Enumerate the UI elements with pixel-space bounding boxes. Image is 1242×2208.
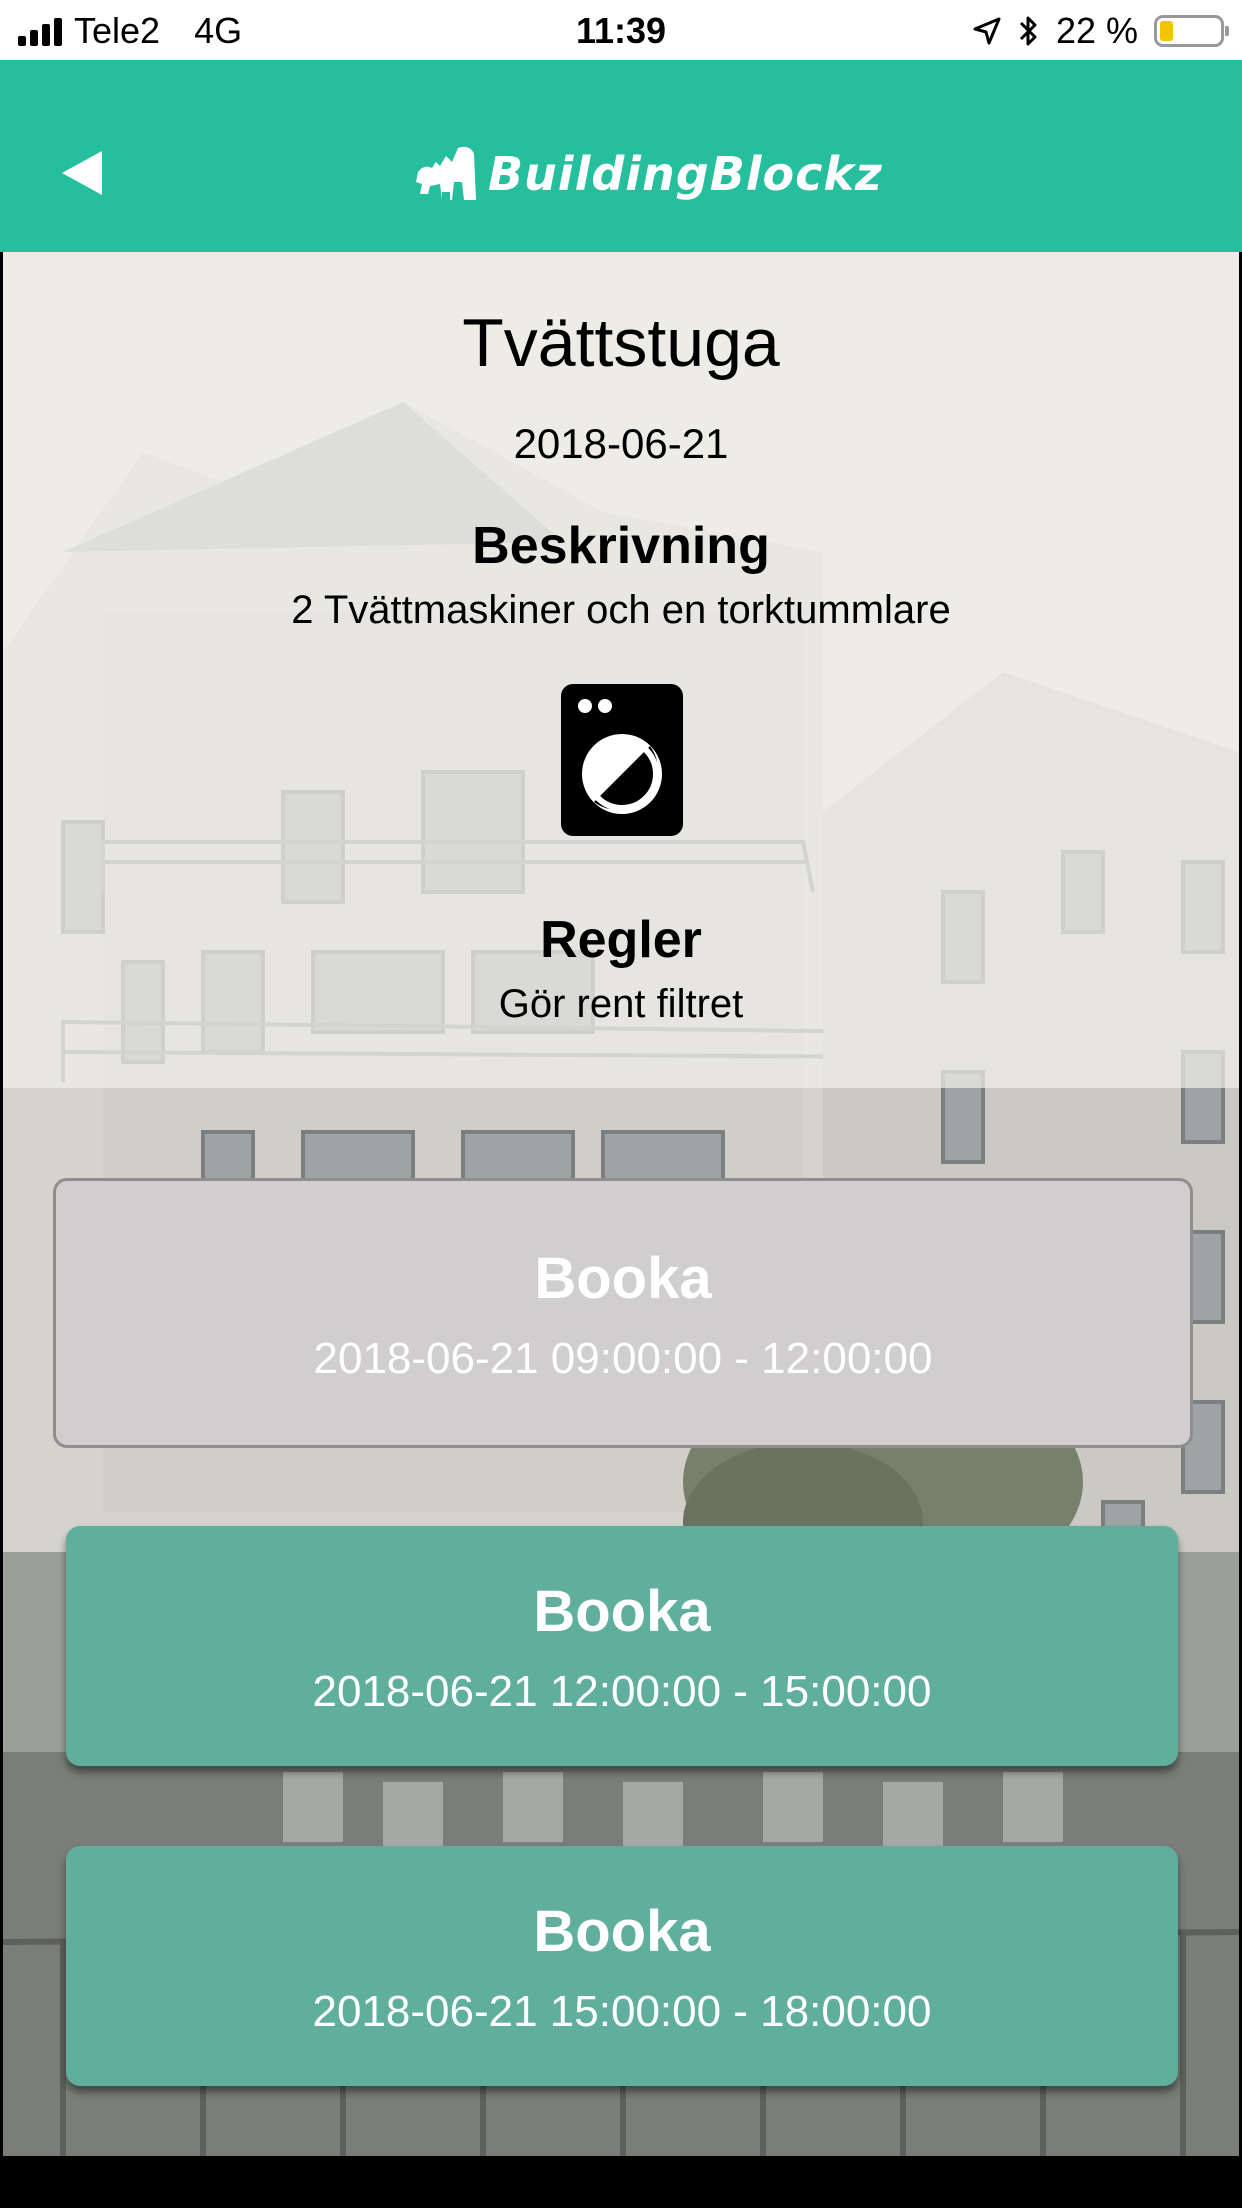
booking-slot-label: Booka	[533, 1899, 711, 1964]
booking-slot-button[interactable]: Booka 2018-06-21 12:00:00 - 15:00:00	[66, 1526, 1178, 1766]
battery-percent: 22 %	[1055, 10, 1138, 51]
status-bar: Tele2 4G 11:39 22 %	[0, 0, 1242, 60]
rules-text: Gör rent filtret	[498, 982, 744, 1026]
selected-date: 2018-06-21	[513, 420, 729, 467]
bluetooth-icon	[1019, 16, 1037, 46]
description-heading: Beskrivning	[472, 517, 770, 575]
app-logo: BuildingBlockz	[414, 142, 883, 206]
page-title: Tvättstuga	[462, 305, 780, 381]
washing-machine-icon	[561, 684, 683, 836]
location-arrow-icon	[973, 17, 1001, 45]
rules-heading: Regler	[540, 911, 702, 969]
battery-icon	[1154, 15, 1229, 47]
booking-content: Tvättstuga 2018-06-21 Beskrivning 2 Tvät…	[3, 252, 1239, 2156]
booking-slot-button[interactable]: Booka 2018-06-21 15:00:00 - 18:00:00	[66, 1846, 1178, 2086]
back-arrow-icon[interactable]	[58, 148, 108, 198]
booking-slot-label: Booka	[534, 1246, 712, 1311]
logo-text: BuildingBlockz	[488, 147, 883, 201]
booking-slot-time: 2018-06-21 12:00:00 - 15:00:00	[312, 1667, 932, 1716]
description-text: 2 Tvättmaskiner och en torktummlare	[291, 588, 951, 632]
booking-slot-time: 2018-06-21 09:00:00 - 12:00:00	[313, 1334, 933, 1383]
booking-slot-time: 2018-06-21 15:00:00 - 18:00:00	[312, 1987, 932, 2036]
booking-slot-label: Booka	[533, 1579, 711, 1644]
building-blocks-logo-icon	[416, 146, 476, 200]
booking-slot-disabled[interactable]: Booka 2018-06-21 09:00:00 - 12:00:00	[53, 1178, 1193, 1448]
app-header: BuildingBlockz	[0, 60, 1242, 252]
status-right: 22 %	[972, 10, 1229, 52]
